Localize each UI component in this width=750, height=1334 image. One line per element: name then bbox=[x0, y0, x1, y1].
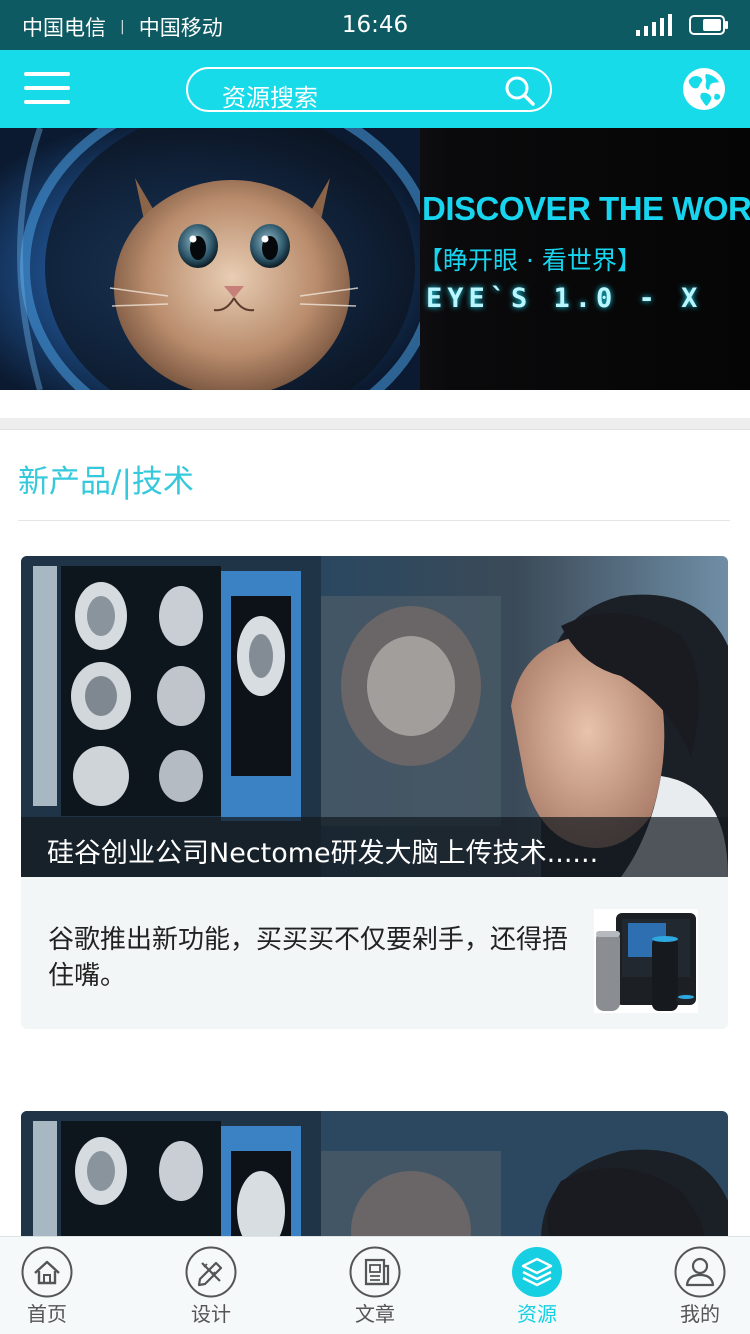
banner-version: EYE`S 1.0 - X bbox=[426, 283, 703, 314]
search-icon[interactable] bbox=[504, 75, 536, 107]
tab-home[interactable]: 首页 bbox=[0, 1237, 102, 1334]
banner-subtitle: 【睁开眼 · 看世界】 bbox=[418, 246, 642, 275]
pencil-ruler-icon bbox=[185, 1246, 237, 1298]
astronaut-cat-illustration bbox=[0, 128, 420, 390]
section-title: 新产品/|技术 bbox=[18, 464, 194, 500]
tab-design[interactable]: 设计 bbox=[156, 1237, 266, 1334]
hamburger-menu-icon[interactable] bbox=[24, 70, 70, 106]
tab-profile[interactable]: 我的 bbox=[645, 1237, 750, 1334]
article-card[interactable]: 硅谷创业公司Nectome研发大脑上传技术...... 谷歌推出新功能，买买买不… bbox=[21, 556, 728, 1029]
section-spacer bbox=[0, 418, 750, 430]
smart-speaker-thumbnail[interactable] bbox=[594, 909, 698, 1013]
globe-icon[interactable] bbox=[682, 67, 726, 111]
tab-label: 首页 bbox=[27, 1302, 67, 1326]
promo-banner[interactable]: DISCOVER THE WORLD 【睁开眼 · 看世界】 EYE`S 1.0… bbox=[0, 128, 750, 390]
tab-label: 设计 bbox=[191, 1302, 231, 1326]
bottom-tab-bar: 首页 设计 文章 资源 我的 bbox=[0, 1236, 750, 1334]
battery-icon bbox=[689, 15, 728, 35]
search-input[interactable]: 资源搜索 bbox=[186, 67, 552, 112]
caption-overlay: 硅谷创业公司Nectome研发大脑上传技术...... bbox=[21, 817, 728, 877]
status-bar: 中国电信 | 中国移动 16:46 bbox=[0, 0, 750, 50]
article-summary[interactable]: 谷歌推出新功能，买买买不仅要剁手，还得捂住嘴。 bbox=[48, 922, 568, 994]
signal-icon bbox=[636, 14, 672, 36]
article-caption[interactable]: 硅谷创业公司Nectome研发大脑上传技术...... bbox=[47, 831, 598, 870]
tab-resources[interactable]: 资源 bbox=[482, 1237, 592, 1334]
tab-label: 资源 bbox=[517, 1302, 557, 1326]
tab-label: 我的 bbox=[680, 1302, 720, 1326]
article-image[interactable]: 硅谷创业公司Nectome研发大脑上传技术...... bbox=[21, 556, 728, 877]
home-icon bbox=[21, 1246, 73, 1298]
search-placeholder: 资源搜索 bbox=[222, 84, 318, 112]
article-card[interactable] bbox=[21, 1111, 728, 1241]
brain-scan-photo bbox=[21, 1111, 728, 1241]
tab-label: 文章 bbox=[355, 1302, 395, 1326]
user-icon bbox=[674, 1246, 726, 1298]
layers-icon bbox=[512, 1247, 562, 1297]
newspaper-icon bbox=[349, 1246, 401, 1298]
section-divider bbox=[18, 520, 730, 521]
tab-articles[interactable]: 文章 bbox=[320, 1237, 430, 1334]
top-header: 资源搜索 bbox=[0, 50, 750, 128]
banner-title: DISCOVER THE WORLD bbox=[422, 190, 750, 227]
